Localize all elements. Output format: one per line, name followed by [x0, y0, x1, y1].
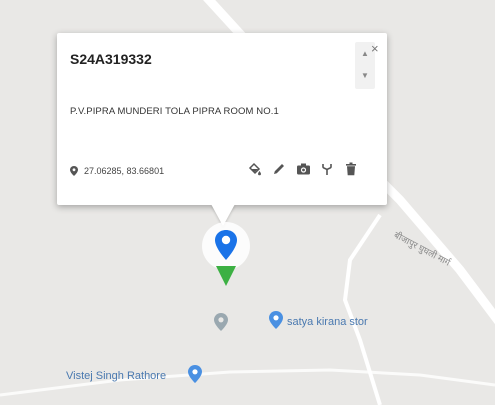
coordinates-text: 27.06285, 83.66801 [84, 166, 165, 176]
location-info-window: S24A319332 ▲ ▼ × P.V.PIPRA MUNDERI TOLA … [57, 33, 387, 205]
gray-place-pin-icon[interactable] [214, 313, 228, 331]
site-id-title: S24A319332 [70, 51, 152, 67]
place-pin-icon[interactable] [269, 311, 283, 329]
site-address: P.V.PIPRA MUNDERI TOLA PIPRA ROOM NO.1 [70, 106, 279, 117]
location-pin-icon [70, 166, 78, 176]
coordinates-row: 27.06285, 83.66801 [70, 166, 164, 176]
scroll-down-arrow-icon[interactable]: ▼ [355, 71, 375, 81]
map-canvas[interactable]: बीजापुर घुघली मार्ग S24A319332 ▲ ▼ × P.V… [0, 0, 495, 405]
place-label-satya-kirana[interactable]: satya kirana stor [287, 316, 368, 328]
fork-icon[interactable] [319, 161, 335, 177]
close-button[interactable]: × [371, 42, 379, 55]
place-pin-icon[interactable] [188, 365, 202, 383]
trash-icon[interactable] [343, 161, 359, 177]
action-toolbar [247, 161, 359, 177]
pencil-icon[interactable] [271, 161, 287, 177]
road-lower [342, 213, 382, 405]
selected-location-marker-icon[interactable] [213, 228, 239, 288]
place-label-vistej-singh[interactable]: Vistej Singh Rathore [66, 370, 166, 382]
paint-bucket-icon[interactable] [247, 161, 263, 177]
camera-icon[interactable] [295, 161, 311, 177]
